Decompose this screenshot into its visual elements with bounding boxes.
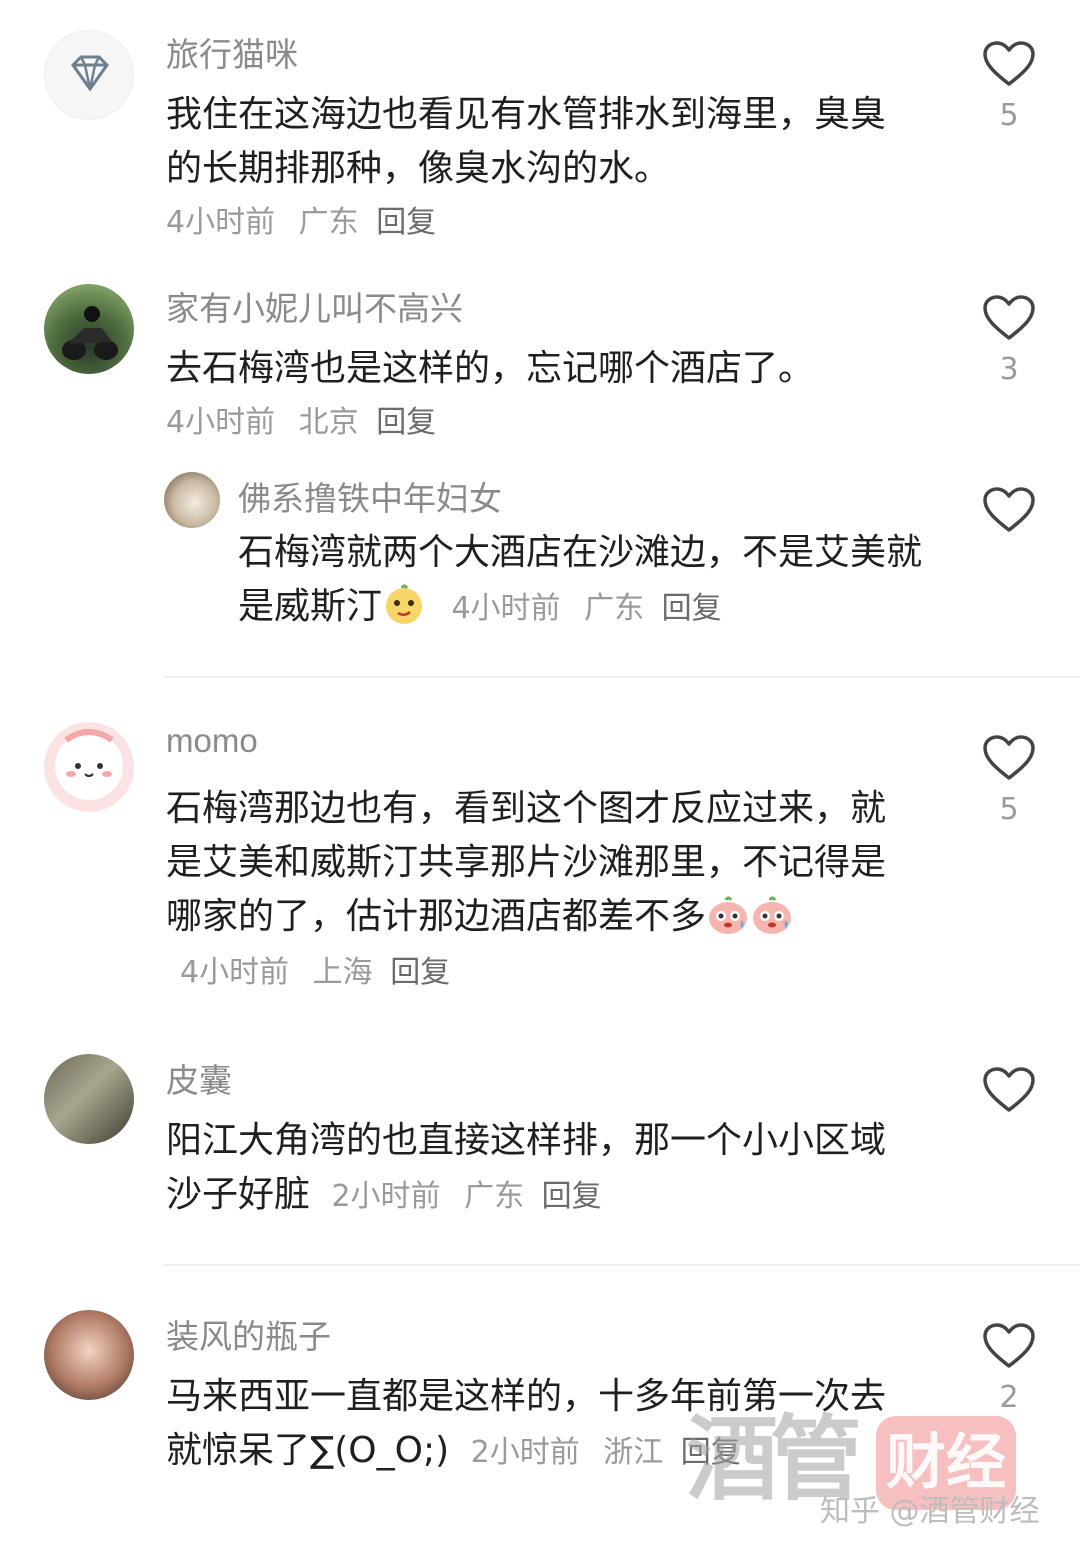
- divider: [164, 676, 1080, 678]
- sweat-emoji-icon: [709, 896, 748, 934]
- comment-text: 石梅湾那边也有，看到这个图才反应过来，就是艾美和威斯汀共享那片沙滩那里，不记得是…: [166, 782, 896, 1000]
- comment-author[interactable]: momo: [166, 722, 258, 760]
- avatar[interactable]: [44, 1310, 134, 1400]
- comment-text: 阳江大角湾的也直接这样排，那一个小小区域沙子好脏 2小时前 广东 回复: [166, 1114, 896, 1224]
- reply-button[interactable]: 回复: [542, 1179, 602, 1214]
- comment-meta: 4小时前 广东 回复: [166, 196, 906, 250]
- like-button[interactable]: [982, 486, 1036, 534]
- comment-text-content: 我住在这海边也看见有水管排水到海里，臭臭的长期排那种，像臭水沟的水。: [166, 94, 887, 189]
- comment-author[interactable]: 旅行猫咪: [166, 28, 298, 76]
- smirk-emoji-icon: [386, 584, 423, 624]
- sweat-emoji-icon: [753, 896, 792, 934]
- comment-location: 浙江: [603, 1435, 664, 1470]
- comment-text: 石梅湾就两个大酒店在沙滩边，不是艾美就是威斯汀 4小时前 广东 回复: [238, 526, 938, 636]
- avatar[interactable]: [164, 472, 220, 528]
- cartoon-avatar-image: [55, 729, 123, 800]
- avatar[interactable]: [44, 1054, 134, 1144]
- avatar[interactable]: [44, 284, 134, 374]
- comment-author[interactable]: 皮囊: [166, 1054, 232, 1102]
- comment-time: 4小时前: [166, 405, 276, 440]
- comment-author[interactable]: 装风的瓶子: [166, 1310, 331, 1358]
- like-count: 5: [999, 98, 1019, 133]
- comment-author[interactable]: 佛系撸铁中年妇女: [238, 472, 502, 520]
- comment-location: 上海: [312, 955, 373, 990]
- comment-meta: 4小时前 广东 回复: [451, 591, 721, 626]
- like-count: 5: [999, 792, 1019, 827]
- comment-time: 4小时前: [451, 591, 561, 626]
- comment-location: 广东: [584, 591, 645, 626]
- avatar[interactable]: [44, 722, 134, 812]
- like-button[interactable]: 2: [982, 1322, 1036, 1415]
- heart-icon: [983, 41, 1035, 86]
- reply-button[interactable]: 回复: [376, 205, 436, 240]
- heart-icon: [983, 487, 1035, 532]
- comment-time: 2小时前: [470, 1435, 580, 1470]
- like-button[interactable]: 5: [982, 734, 1036, 827]
- comment-text: 我住在这海边也看见有水管排水到海里，臭臭的长期排那种，像臭水沟的水。 4小时前 …: [166, 88, 906, 250]
- comment-meta: 4小时前 北京 回复: [166, 396, 906, 450]
- comment-meta: 2小时前 广东 回复: [331, 1179, 601, 1214]
- motorcycle-image: [62, 306, 118, 360]
- comment-author[interactable]: 家有小妮儿叫不高兴: [166, 282, 463, 330]
- comment-time: 4小时前: [166, 205, 276, 240]
- heart-icon: [983, 1323, 1035, 1368]
- like-count: 3: [999, 352, 1019, 387]
- comment-time: 4小时前: [180, 955, 290, 990]
- heart-icon: [983, 735, 1035, 780]
- reply-button[interactable]: 回复: [662, 591, 722, 626]
- like-button[interactable]: 3: [982, 294, 1036, 387]
- like-button[interactable]: 5: [982, 40, 1036, 133]
- diamond-icon: [71, 55, 109, 92]
- divider: [164, 1264, 1080, 1266]
- heart-icon: [983, 1067, 1035, 1112]
- comment-location: 北京: [298, 405, 359, 440]
- reply-button[interactable]: 回复: [390, 955, 450, 990]
- watermark-credit: 知乎 @酒管财经: [820, 1494, 1040, 1529]
- heart-icon: [983, 295, 1035, 340]
- comment-time: 2小时前: [331, 1179, 441, 1214]
- like-button[interactable]: [982, 1066, 1036, 1114]
- comment-location: 广东: [298, 205, 359, 240]
- comment-text: 去石梅湾也是这样的，忘记哪个酒店了。 4小时前 北京 回复: [166, 342, 906, 450]
- comment-text-content: 去石梅湾也是这样的，忘记哪个酒店了。: [166, 348, 815, 389]
- comment-location: 广东: [464, 1179, 525, 1214]
- comment-meta: 4小时前 上海 回复: [180, 955, 450, 990]
- reply-button[interactable]: 回复: [376, 405, 436, 440]
- avatar[interactable]: [44, 30, 134, 120]
